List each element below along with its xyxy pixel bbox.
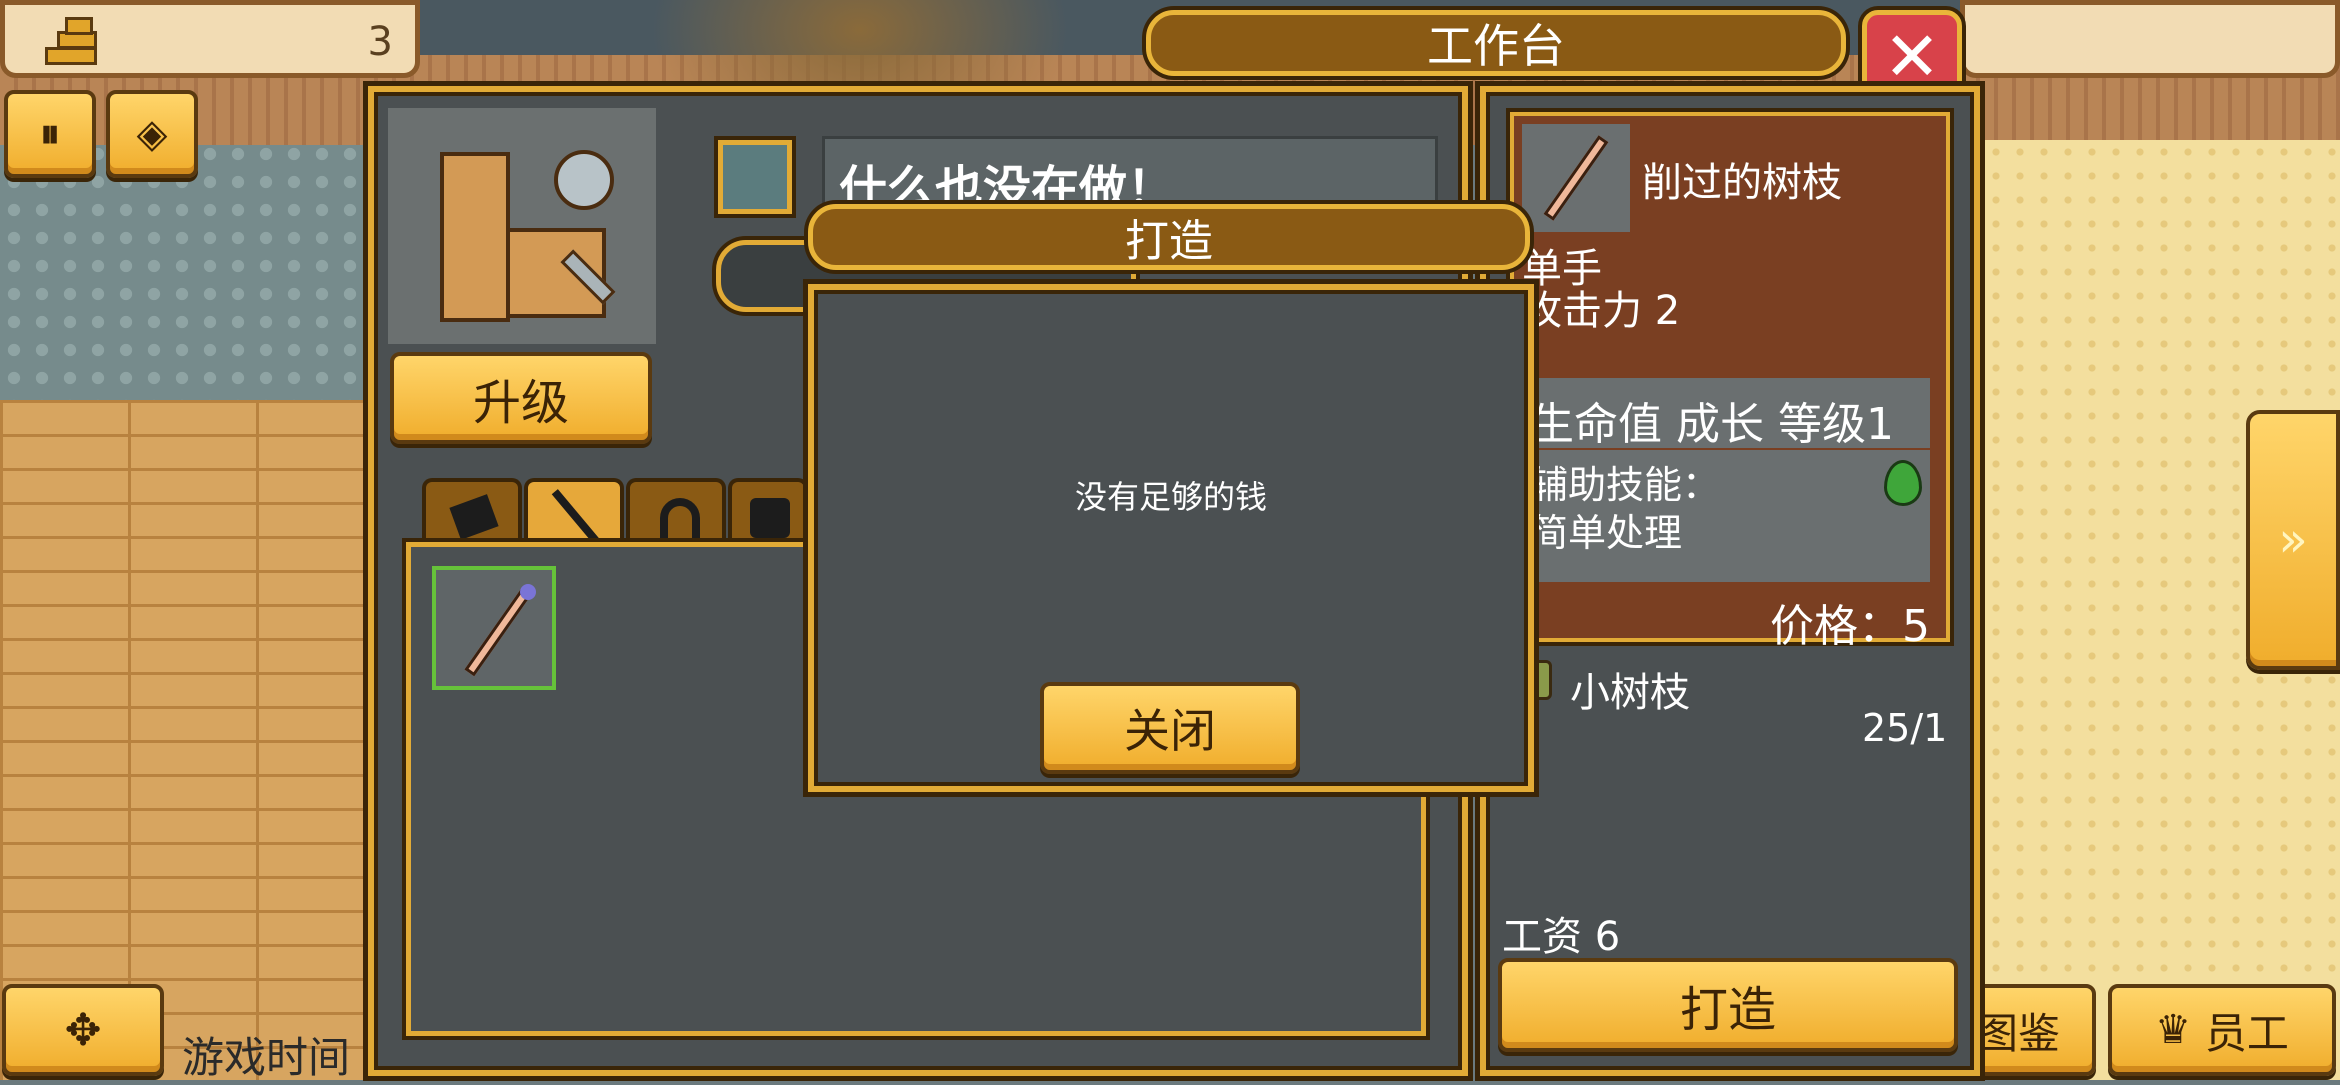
coin-stack-icon (45, 17, 97, 67)
item-skill-label: 辅助技能： (1530, 463, 1721, 507)
craft-button-label: 打造 (1679, 982, 1776, 1038)
pause-button[interactable]: ⏸ (4, 90, 96, 178)
workbench-title: 工作台 (1146, 10, 1846, 76)
coin-count: 3 (367, 19, 393, 65)
item-price: 价格：5 (1770, 601, 1930, 652)
item-stats-text: 生命值 成长 等级1 (1530, 399, 1894, 450)
tab-helmet[interactable] (626, 478, 726, 548)
material-name: 小树枝 (1570, 670, 1690, 716)
craft-button[interactable]: 打造 (1498, 958, 1958, 1052)
armor-icon (750, 498, 790, 538)
dialog-title-text: 打造 (1125, 216, 1213, 267)
items-icon: ◈ (136, 111, 168, 157)
floor-stone-area (0, 140, 380, 400)
dialog-close-label: 关闭 (1124, 704, 1216, 758)
staff-label: 员工 (2204, 1008, 2289, 1058)
upgrade-button[interactable]: 升级 (390, 352, 652, 444)
stick-icon (551, 489, 601, 545)
item-skill-row: 辅助技能： 简单处理 (1522, 450, 1930, 582)
floor-brick-area (0, 400, 380, 1080)
material-count: 25/1 (1862, 706, 1948, 750)
status-indicator (718, 140, 792, 214)
workbench-title-text: 工作台 (1427, 19, 1565, 73)
next-page-button[interactable]: » (2246, 410, 2340, 670)
crown-icon: ♛ (2155, 1007, 2191, 1053)
item-icon-box (1522, 124, 1630, 232)
item-name: 削过的树枝 (1642, 160, 1842, 206)
coin-counter: 3 (0, 0, 420, 78)
item-attack: 攻击力 2 (1522, 288, 1681, 334)
close-icon: ✕ (1883, 18, 1941, 97)
pause-icon: ⏸ (40, 111, 60, 157)
item-stats-row: 生命值 成长 等级1 (1522, 378, 1930, 450)
recipe-slot-whittled-stick[interactable] (432, 566, 556, 690)
dialog-title: 打造 (808, 204, 1530, 270)
helmet-icon (660, 498, 700, 538)
stick-item-icon (464, 587, 532, 677)
whittled-stick-icon (1543, 135, 1609, 221)
wage-text: 工资 6 (1502, 914, 1621, 960)
tab-material[interactable] (422, 478, 522, 548)
inventory-button[interactable]: ◈ (106, 90, 198, 178)
move-button[interactable]: ✥ (2, 984, 164, 1076)
item-skill-value: 简单处理 (1530, 511, 1683, 555)
dpad-icon: ✥ (64, 1004, 102, 1056)
workbench-image (388, 108, 656, 344)
tab-armor[interactable] (728, 478, 808, 548)
double-chevron-right-icon: » (2278, 512, 2308, 568)
tab-weapon[interactable] (524, 478, 624, 548)
top-right-banner (1960, 0, 2340, 78)
stick-tip-icon (520, 584, 536, 600)
potion-icon (1884, 460, 1922, 506)
dialog-close-button[interactable]: 关闭 (1040, 682, 1300, 774)
block-icon (449, 494, 499, 540)
upgrade-label: 升级 (472, 375, 569, 431)
staff-button[interactable]: ♛ 员工 (2108, 984, 2336, 1076)
codex-label: 图鉴 (1975, 1008, 2060, 1058)
game-time-label: 游戏时间 (182, 1033, 351, 1082)
dialog-message: 没有足够的钱 (1074, 478, 1267, 516)
